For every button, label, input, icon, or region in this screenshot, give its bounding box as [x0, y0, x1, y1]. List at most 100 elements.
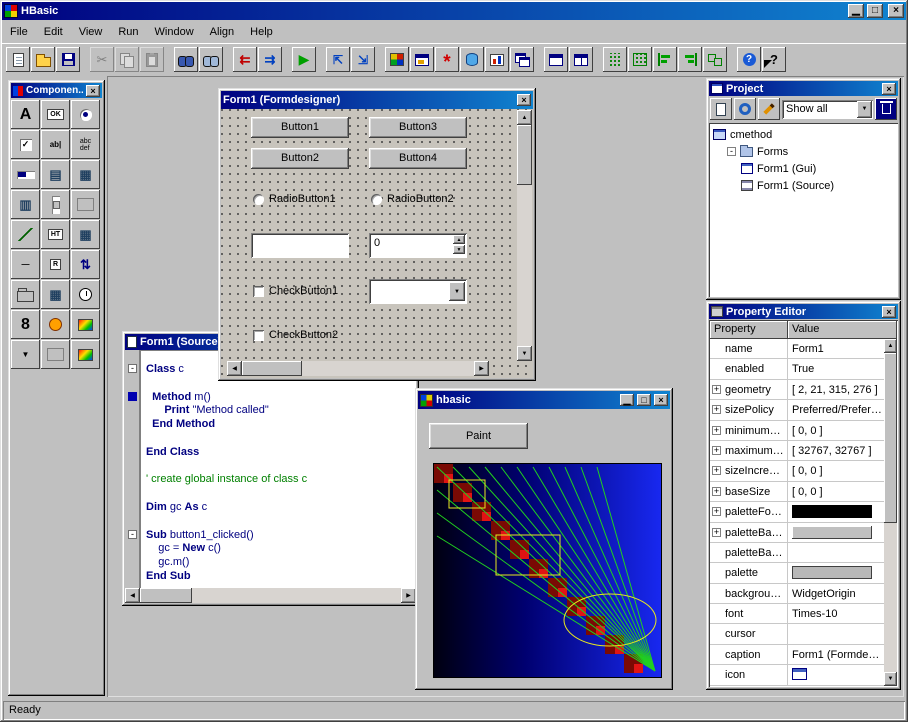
- lcdnumber-component-button[interactable]: 8: [11, 310, 40, 339]
- paste-button[interactable]: [140, 47, 164, 72]
- scroll-right-icon[interactable]: ▶: [474, 361, 489, 376]
- value-column-header[interactable]: Value: [788, 321, 897, 339]
- property-row-enabled[interactable]: enabledTrue: [710, 359, 884, 379]
- new-file-button[interactable]: [6, 47, 30, 72]
- designer-radiobutton[interactable]: RadioButton2: [371, 193, 454, 205]
- align-size-button[interactable]: [703, 47, 727, 72]
- combobox-component-button[interactable]: ▼: [11, 340, 40, 369]
- source-hscrollbar[interactable]: ◀ ▶: [125, 588, 416, 603]
- tabwidget-component-button[interactable]: [11, 280, 40, 309]
- scrollbar-component-button[interactable]: [41, 190, 70, 219]
- fold-minus-icon[interactable]: -: [128, 530, 137, 539]
- property-row-baseSize[interactable]: +baseSize[ 0, 0 ]: [710, 482, 884, 502]
- scroll-track[interactable]: [192, 588, 401, 603]
- checkbox-component-button[interactable]: ✓: [11, 130, 40, 159]
- property-row-paletteBackgroundPixmap[interactable]: paletteBackgroundPixmap: [710, 543, 884, 563]
- scroll-thumb[interactable]: [517, 125, 532, 185]
- help-button[interactable]: ?: [737, 47, 761, 72]
- expand-plus-icon[interactable]: +: [712, 405, 721, 414]
- property-value-cell[interactable]: [ 0, 0 ]: [788, 461, 884, 480]
- window-list-button[interactable]: [510, 47, 534, 72]
- listbox-component-button[interactable]: ▤: [41, 160, 70, 189]
- property-column-header[interactable]: Property: [710, 321, 788, 339]
- property-row-caption[interactable]: captionForm1 (Formdesigner): [710, 645, 884, 665]
- property-row-sizePolicy[interactable]: +sizePolicyPreferred/Preferred: [710, 400, 884, 420]
- frame-component-button[interactable]: [71, 190, 100, 219]
- designer-combobox[interactable]: ▼: [369, 279, 467, 304]
- groupbox-component-button[interactable]: [41, 340, 70, 369]
- scroll-thumb[interactable]: [140, 588, 192, 603]
- split-window-button[interactable]: [569, 47, 593, 72]
- project-close-button[interactable]: ×: [882, 83, 896, 95]
- property-row-font[interactable]: fontTimes-10: [710, 604, 884, 624]
- find-button[interactable]: [174, 47, 198, 72]
- property-scrollbar[interactable]: ▲ ▼: [884, 339, 897, 686]
- align-right-button[interactable]: [678, 47, 702, 72]
- property-value-cell[interactable]: Preferred/Preferred: [788, 400, 884, 419]
- form-designer-titlebar[interactable]: Form1 (Formdesigner) ×: [221, 91, 533, 109]
- property-value-cell[interactable]: [ 0, 0 ]: [788, 421, 884, 440]
- designer-spinbox[interactable]: 0 ▲ ▼: [369, 233, 467, 258]
- scroll-down-icon[interactable]: ▼: [517, 346, 532, 361]
- hline-component-button[interactable]: —: [11, 250, 40, 279]
- project-objects-button[interactable]: [734, 98, 756, 120]
- property-value-cell[interactable]: WidgetOrigin: [788, 584, 884, 603]
- designer-button[interactable]: Button2: [251, 148, 349, 169]
- run-minimize-button[interactable]: ▁: [620, 394, 634, 406]
- scroll-left-icon[interactable]: ◀: [125, 588, 140, 603]
- component-palette-titlebar[interactable]: Componen... ×: [11, 83, 102, 98]
- designer-checkbutton[interactable]: CheckButton2: [253, 329, 338, 341]
- expand-plus-icon[interactable]: +: [712, 385, 721, 394]
- popupmenu-component-button[interactable]: ▥: [11, 190, 40, 219]
- expand-plus-icon[interactable]: +: [712, 446, 721, 455]
- paint-button[interactable]: Paint: [429, 423, 528, 449]
- property-value-cell[interactable]: [788, 502, 884, 521]
- lineedit-component-button[interactable]: ab|: [41, 130, 70, 159]
- scroll-thumb[interactable]: [884, 353, 897, 523]
- designer-textfield[interactable]: [251, 233, 349, 258]
- context-help-button[interactable]: ?: [762, 47, 786, 72]
- progressbar-component-button[interactable]: [11, 160, 40, 189]
- property-value-cell[interactable]: [ 0, 0 ]: [788, 482, 884, 501]
- close-button[interactable]: ×: [888, 4, 904, 18]
- designer-vscrollbar[interactable]: ▲ ▼: [517, 110, 532, 361]
- designer-button[interactable]: Button1: [251, 117, 349, 138]
- clock-component-button[interactable]: [71, 280, 100, 309]
- run-button[interactable]: ▶: [292, 47, 316, 72]
- scroll-thumb[interactable]: [242, 361, 302, 376]
- project-new-button[interactable]: [710, 98, 732, 120]
- project-filter-dropdown[interactable]: Show all ▼: [782, 100, 873, 119]
- property-value-cell[interactable]: [788, 563, 884, 582]
- pushbutton-component-button[interactable]: OK: [41, 100, 70, 129]
- save-file-button[interactable]: [56, 47, 80, 72]
- expand-plus-icon[interactable]: +: [712, 466, 721, 475]
- property-row-icon[interactable]: icon: [710, 665, 884, 685]
- property-editor-close-button[interactable]: ×: [882, 306, 896, 318]
- open-file-button[interactable]: [31, 47, 55, 72]
- show-grid-button[interactable]: [603, 47, 627, 72]
- timer-component-button[interactable]: [41, 310, 70, 339]
- grid-component-button[interactable]: ▦: [71, 220, 100, 249]
- scroll-down-icon[interactable]: ▼: [884, 672, 897, 686]
- property-value-cell[interactable]: Times-10: [788, 604, 884, 623]
- code-area[interactable]: Class c Method m() Print "Method called"…: [140, 350, 416, 588]
- snap-to-grid-button[interactable]: [628, 47, 652, 72]
- property-value-cell[interactable]: True: [788, 359, 884, 378]
- tree-expander-icon[interactable]: -: [727, 147, 736, 156]
- property-value-cell[interactable]: Form1: [788, 339, 884, 358]
- palette-close-button[interactable]: ×: [86, 85, 100, 97]
- menu-align[interactable]: Align: [202, 23, 242, 41]
- menu-edit[interactable]: Edit: [36, 23, 71, 41]
- copy-button[interactable]: [115, 47, 139, 72]
- property-value-cell[interactable]: [788, 523, 884, 542]
- multilineedit-component-button[interactable]: abc def: [71, 130, 100, 159]
- spin-down-icon[interactable]: ▼: [453, 245, 465, 254]
- tree-item-form1-gui-[interactable]: Form1 (Gui): [711, 160, 896, 177]
- form-designer-close-button[interactable]: ×: [517, 94, 531, 106]
- property-value-cell[interactable]: [788, 543, 884, 562]
- breakpoint-marker[interactable]: [128, 392, 137, 401]
- run-close-button[interactable]: ×: [654, 394, 668, 406]
- property-row-backgroundOrigin[interactable]: backgroundOriginWidgetOrigin: [710, 584, 884, 604]
- previous-bookmark-button[interactable]: ⇇: [233, 47, 257, 72]
- minimize-button[interactable]: ▁: [848, 4, 864, 18]
